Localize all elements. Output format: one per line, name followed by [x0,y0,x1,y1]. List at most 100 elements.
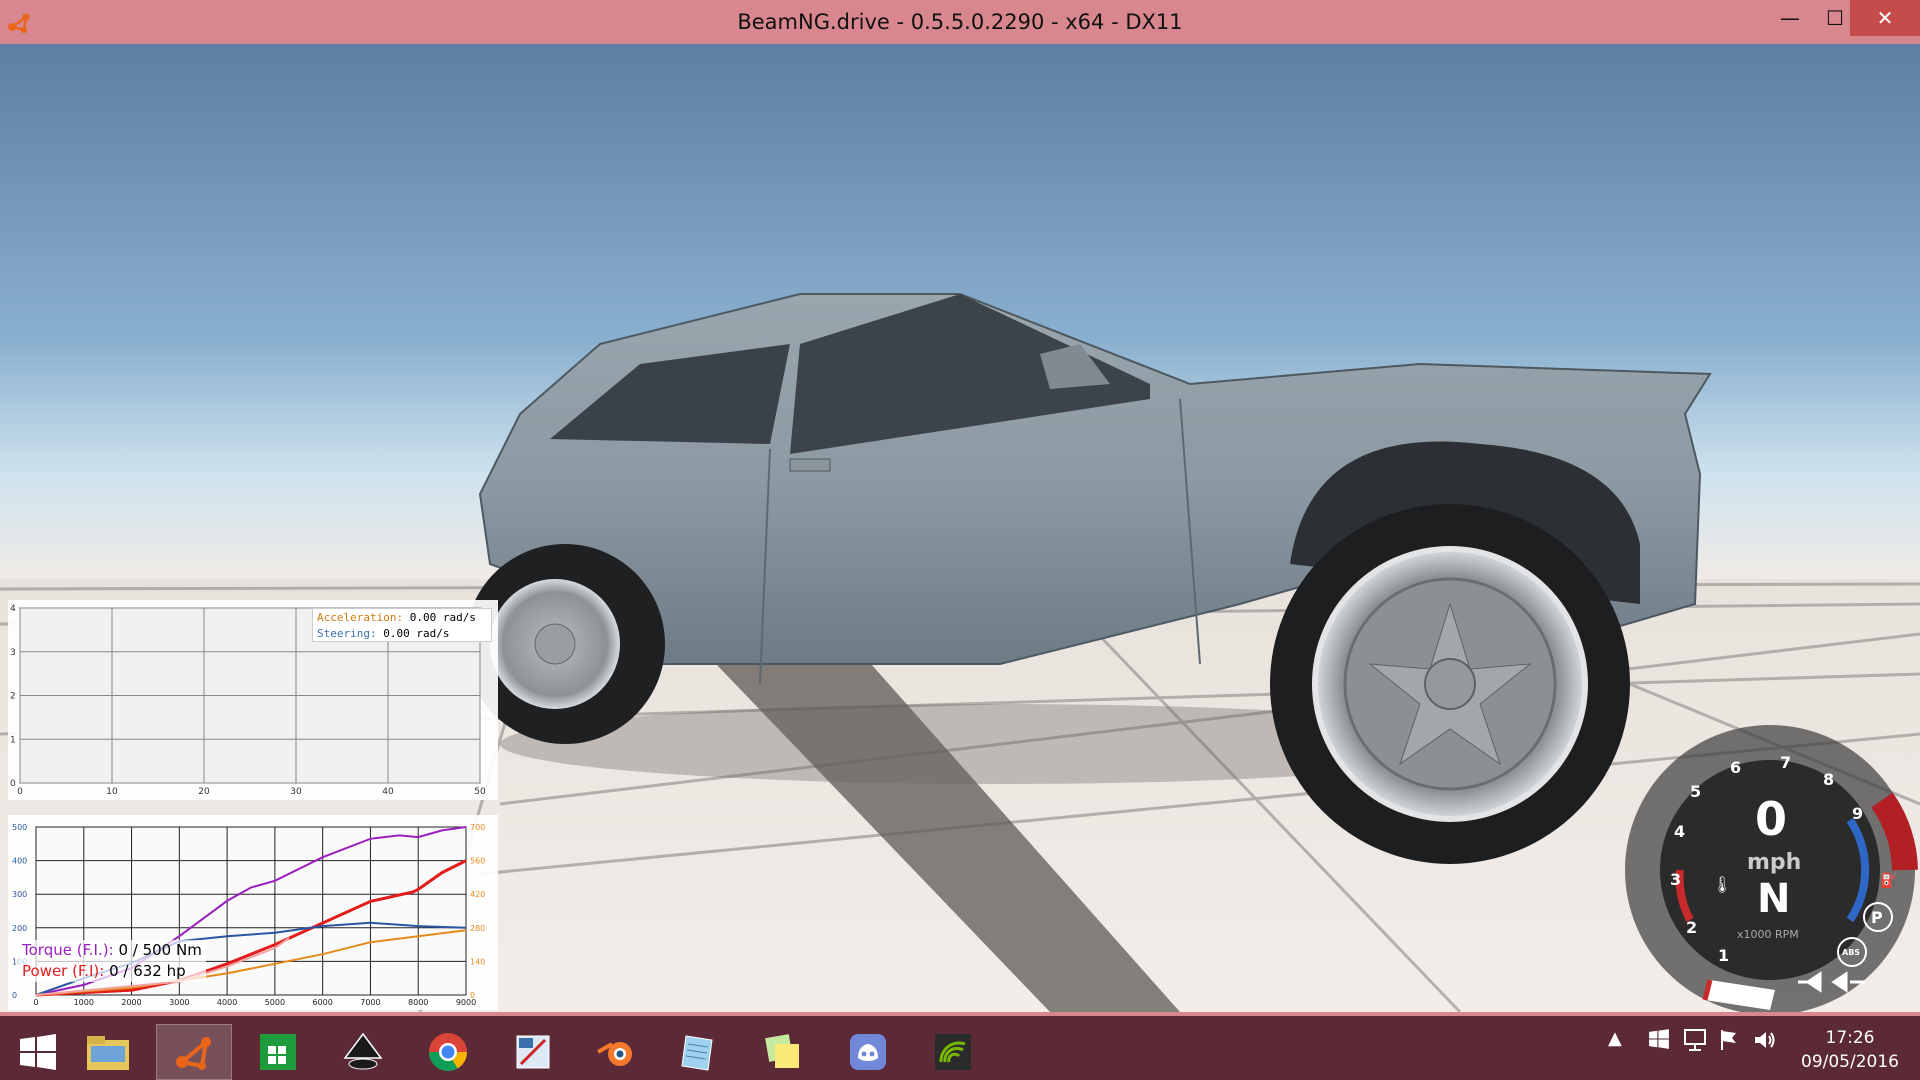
discord-icon [850,1034,886,1070]
blender-icon [597,1042,632,1066]
y-right-tick-label: 0 [470,991,475,1000]
paint-icon [516,1035,550,1069]
taskbar-store[interactable] [240,1024,316,1080]
tray-overflow-chevron-icon[interactable]: ▲ [1608,1028,1622,1049]
x-tick-label: 50 [474,787,486,797]
rpm-mark-6: 6 [1730,758,1742,777]
close-button[interactable]: ✕ [1850,0,1920,36]
clock-time: 17:26 [1825,1028,1875,1048]
y-left-tick-label: 200 [12,924,27,933]
torque-value: 0 / 500 Nm [118,941,202,959]
y-right-tick-label: 700 [470,823,485,832]
x-tick-label: 6000 [312,998,332,1007]
x-tick-label: 10 [106,787,118,797]
x-tick-label: 2000 [121,998,141,1007]
rpm-mark-5: 5 [1690,782,1702,801]
rpm-label: x1000 RPM [1737,928,1799,941]
y-right-tick-label: 420 [470,890,485,899]
taskbar-inkscape[interactable] [325,1024,401,1080]
acceleration-label: Acceleration: [317,611,404,624]
x-tick-label: 40 [382,787,394,797]
rpm-mark-4: 4 [1674,822,1686,841]
x-tick-label: 30 [290,787,302,797]
action-center-flag-icon[interactable] [1718,1028,1740,1057]
gear-indicator: N [1757,876,1791,922]
taskbar-sticky-notes[interactable] [745,1024,821,1080]
dashboard-gauge: ⛽ 🌡 0 mph N x1000 RPM P ABS 1 2 3 4 5 6 … [1620,720,1920,1015]
x-tick-label: 3000 [169,998,189,1007]
network-monitor-icon [1684,1029,1706,1051]
rpm-mark-2: 2 [1686,918,1698,937]
front-wheel [1270,504,1630,864]
tray-windows-logo-icon [1649,1029,1669,1049]
network-icon[interactable] [1683,1028,1707,1057]
x-tick-label: 0 [17,787,23,797]
notepad-icon [681,1035,713,1071]
rpm-mark-3: 3 [1670,870,1682,889]
power-label: Power (F.I): [22,962,105,980]
beamng-icon [176,1037,211,1070]
y-tick-label: 4 [10,604,16,614]
volume-icon[interactable] [1752,1028,1776,1057]
taskbar-paint[interactable] [495,1024,571,1080]
minimize-button[interactable]: — [1765,0,1815,36]
steering-label: Steering: [317,627,377,640]
flag-icon [1721,1030,1736,1050]
y-right-tick-label: 280 [470,924,485,933]
speaker-icon [1755,1032,1775,1048]
x-tick-label: 1000 [74,998,94,1007]
system-clock[interactable]: 17:26 09/05/2016 [1800,1026,1900,1074]
start-button[interactable] [0,1024,76,1080]
rpm-mark-9: 9 [1852,804,1864,823]
rpm-mark-1: 1 [1718,946,1730,965]
wifi-app-icon [935,1034,971,1070]
y-right-tick-label: 560 [470,857,485,866]
taskbar-file-explorer[interactable] [70,1024,146,1080]
torque-label: Torque (F.I.): [22,941,114,959]
inkscape-icon [343,1032,383,1070]
windows-logo-icon [20,1034,56,1070]
clock-date: 09/05/2016 [1801,1052,1899,1072]
x-tick-label: 7000 [360,998,380,1007]
y-left-tick-label: 400 [12,857,27,866]
x-tick-label: 5000 [265,998,285,1007]
temp-icon: 🌡 [1712,875,1732,894]
y-left-tick-label: 0 [12,991,17,1000]
acceleration-value: 0.00 rad/s [409,611,476,624]
y-left-tick-label: 300 [12,890,27,899]
taskbar-discord[interactable] [830,1024,906,1080]
abs-indicator: ABS [1842,948,1861,957]
taskbar-blender[interactable] [578,1024,654,1080]
window-title-bar: BeamNG.drive - 0.5.5.0.2290 - x64 - DX11… [0,0,1920,44]
x-tick-label: 20 [198,787,210,797]
x-tick-label: 0 [33,998,38,1007]
y-tick-label: 0 [10,779,16,789]
y-right-tick-label: 140 [470,957,485,966]
x-tick-label: 8000 [408,998,428,1007]
rpm-mark-8: 8 [1823,770,1835,789]
taskbar-chrome[interactable] [410,1024,486,1080]
torque-power-readout: Torque (F.I.): 0 / 500 Nm Power (F.I): 0… [18,940,206,982]
folder-icon [87,1036,129,1070]
taskbar-notepad[interactable] [660,1024,736,1080]
speed-unit: mph [1747,850,1802,875]
parking-brake-indicator: P [1871,908,1883,927]
y-tick-label: 2 [10,692,16,702]
window-title: BeamNG.drive - 0.5.5.0.2290 - x64 - DX11 [737,10,1183,34]
fuel-icon: ⛽ [1880,872,1897,889]
y-tick-label: 1 [10,735,16,745]
debug-legend: Acceleration: 0.00 rad/s Steering: 0.00 … [312,608,492,642]
rpm-mark-7: 7 [1780,753,1792,772]
taskbar-wifi-app[interactable] [915,1024,991,1080]
tray-windows-icon[interactable] [1648,1028,1670,1055]
x-tick-label: 4000 [217,998,237,1007]
taskbar: ▲ 17:26 09/05/2016 [0,1012,1920,1080]
y-tick-label: 3 [10,648,16,658]
sticky-notes-icon [765,1034,799,1068]
chrome-icon [428,1033,468,1072]
steering-value: 0.00 rad/s [383,627,450,640]
y-left-tick-label: 500 [12,823,27,832]
store-icon [260,1034,296,1070]
taskbar-beamng[interactable] [156,1024,232,1080]
speed-value: 0 [1755,792,1788,846]
